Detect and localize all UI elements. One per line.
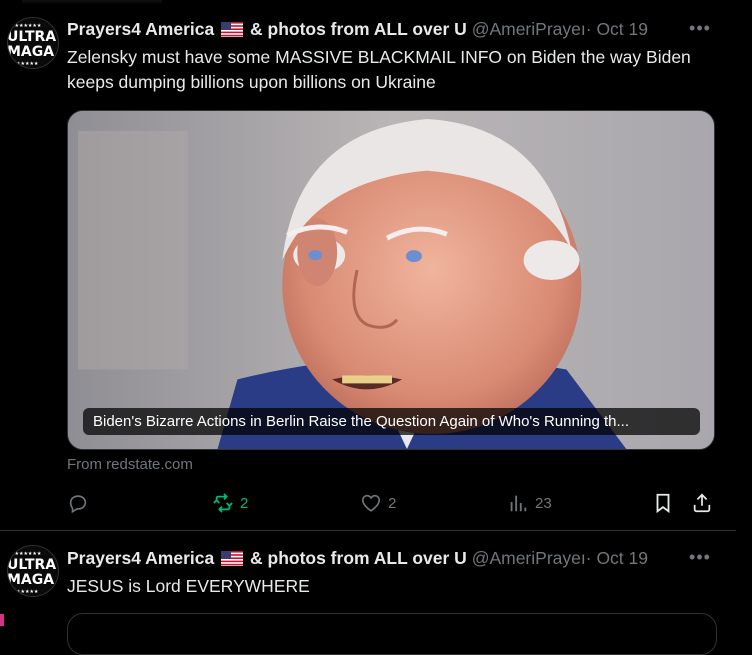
edge-marker: [0, 614, 4, 626]
tweet[interactable]: ★★★★★★★ ULTRA MAGA ★★★★★ Prayers4 Americ…: [0, 0, 736, 530]
like-button[interactable]: 2: [360, 490, 396, 516]
share-button[interactable]: [691, 490, 713, 516]
tweet-text: JESUS is Lord EVERYWHERE: [67, 576, 310, 596]
scrollbar[interactable]: [736, 0, 752, 626]
tweet-actions: 2 2 23: [67, 490, 717, 516]
bookmark-button[interactable]: [652, 490, 674, 516]
link-card[interactable]: [67, 613, 717, 655]
svg-text:MAGA: MAGA: [8, 572, 54, 588]
more-icon[interactable]: •••: [688, 19, 712, 39]
tweet-date[interactable]: Oct 19: [596, 548, 648, 568]
retweet-button[interactable]: 2: [212, 490, 248, 516]
bookmark-icon: [656, 493, 670, 514]
views-icon: [510, 495, 527, 512]
author-handle[interactable]: @AmeriPrayeı: [472, 19, 586, 39]
card-source[interactable]: From redstate.com: [67, 455, 193, 475]
tweet-date[interactable]: Oct 19: [596, 19, 648, 39]
more-icon[interactable]: •••: [688, 548, 712, 568]
author-name[interactable]: Prayers4 America & photos from ALL over …: [67, 19, 472, 39]
us-flag-icon: [221, 22, 244, 37]
tweet-header: Prayers4 America & photos from ALL over …: [67, 17, 717, 41]
svg-text:★★★★★: ★★★★★: [16, 61, 39, 67]
tweet[interactable]: ★★★★★★★ ULTRA MAGA ★★★★★ Prayers4 Americ…: [0, 531, 736, 626]
us-flag-icon: [221, 551, 244, 566]
card-image: [68, 111, 714, 449]
author-name[interactable]: Prayers4 America & photos from ALL over …: [67, 548, 472, 568]
reply-button[interactable]: [67, 490, 95, 516]
reply-icon: [69, 495, 87, 514]
svg-text:ULTRA: ULTRA: [8, 557, 56, 573]
avatar[interactable]: ★★★★★★★ ULTRA MAGA ★★★★★: [7, 545, 59, 597]
avatar[interactable]: ★★★★★★★ ULTRA MAGA ★★★★★: [7, 17, 59, 69]
separator-dot: ·: [585, 548, 592, 568]
card-title[interactable]: Biden's Bizarre Actions in Berlin Raise …: [83, 408, 700, 435]
share-icon: [693, 493, 711, 513]
tweet-header: Prayers4 America & photos from ALL over …: [67, 546, 717, 570]
heart-icon: [361, 494, 381, 512]
link-card[interactable]: Biden's Bizarre Actions in Berlin Raise …: [67, 110, 715, 450]
ultra-maga-logo: ★★★★★★★ ULTRA MAGA ★★★★★: [8, 546, 58, 596]
views-button[interactable]: 23: [507, 490, 552, 516]
author-handle[interactable]: @AmeriPrayeı: [472, 548, 586, 568]
retweet-icon: [213, 493, 233, 513]
svg-text:MAGA: MAGA: [8, 44, 54, 60]
svg-text:ULTRA: ULTRA: [8, 29, 56, 45]
separator-dot: ·: [585, 19, 592, 39]
ultra-maga-logo: ★★★★★★★ ULTRA MAGA ★★★★★: [8, 18, 58, 68]
tweet-text: Zelensky must have some MASSIVE BLACKMAI…: [67, 47, 691, 92]
svg-text:★★★★★: ★★★★★: [16, 589, 39, 595]
